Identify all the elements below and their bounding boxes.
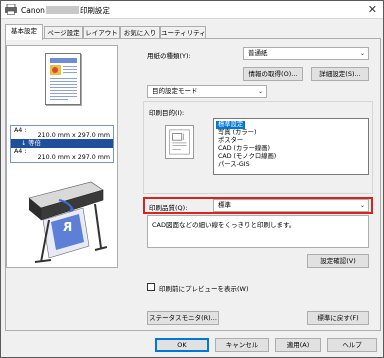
window-title: Canon 印刷設定 <box>21 5 110 16</box>
page-text-line <box>50 96 77 97</box>
media-details-button[interactable]: 詳細設定(S)... <box>311 67 369 81</box>
settings-preview: A4 : 210.0 mm x 297.0 mm ↓ 等倍 A4 : 210.0… <box>6 45 118 268</box>
tab-strip: 基本設定 ページ設定 レイアウト お気に入り ユーティリティ <box>5 24 381 40</box>
printed-sheet-letter: R <box>63 220 73 234</box>
arrow-down-icon: ↓ <box>21 140 27 147</box>
chevron-down-icon: ⌄ <box>359 50 365 57</box>
page-text-line <box>50 84 77 85</box>
title-prefix: Canon <box>21 6 45 15</box>
print-settings-window: Canon 印刷設定 ✕ 基本設定 ページ設定 レイアウト お気に入り ユーティリ… <box>0 0 384 358</box>
purpose-list[interactable]: 標準設定 写真 (カラー) ポスター CAD (カラー線画) CAD (モノクロ… <box>213 118 369 175</box>
page-preview <box>45 53 81 105</box>
status-monitor-button[interactable]: ステータスモニタ(R)... <box>147 311 219 325</box>
scale-bar: ↓ 等倍 <box>11 139 113 148</box>
page-text-line <box>50 93 77 94</box>
page-header-block <box>50 58 77 63</box>
output-size-value: 210.0 mm x 297.0 mm <box>37 154 110 161</box>
preview-before-print-checkbox[interactable] <box>147 283 155 291</box>
title-suffix: 印刷設定 <box>79 6 110 15</box>
input-size-label: A4 : <box>14 127 27 134</box>
media-type-value: 普通紙 <box>248 49 268 57</box>
purpose-option[interactable]: CAD (モノクロ線画) <box>216 153 278 161</box>
purpose-option[interactable]: 標準設定 <box>216 121 246 129</box>
reset-defaults-button[interactable]: 標準に戻す(F) <box>307 311 369 325</box>
cad-drawing-thumbnail <box>165 125 194 159</box>
print-quality-label: 印刷品質(Q): <box>149 204 188 212</box>
page-text-line <box>50 78 77 79</box>
purpose-option[interactable]: パース-GIS <box>216 161 252 169</box>
quality-description: CAD図面などの細い線をくっきりと印刷します。 <box>147 215 369 248</box>
tab-basic-settings[interactable]: 基本設定 <box>5 24 43 40</box>
media-type-select[interactable]: 普通紙 ⌄ <box>243 47 369 60</box>
chevron-down-icon: ⌄ <box>257 88 263 95</box>
title-bar: Canon 印刷設定 ✕ <box>1 1 383 19</box>
page-text-line <box>50 90 77 91</box>
input-size-value: 210.0 mm x 297.0 mm <box>37 132 110 139</box>
apply-button[interactable]: 適用(A) <box>275 338 321 352</box>
page-text-line <box>50 87 77 88</box>
chevron-down-icon: ⌄ <box>359 202 365 209</box>
page-text-line <box>63 69 77 70</box>
print-quality-value: 標準 <box>218 201 231 209</box>
purpose-label: 印刷目的(I): <box>149 109 185 117</box>
purpose-option[interactable]: 写真 (カラー) <box>216 129 258 137</box>
purpose-option[interactable]: CAD (カラー線画) <box>216 145 272 153</box>
ok-button[interactable]: OK <box>155 338 209 352</box>
help-button[interactable]: ヘルプ <box>327 338 377 352</box>
close-icon[interactable]: ✕ <box>368 3 377 16</box>
paper-size-info: A4 : 210.0 mm x 297.0 mm ↓ 等倍 A4 : 210.0… <box>10 125 114 163</box>
page-text-line <box>50 81 77 82</box>
mode-select[interactable]: 目的設定モード ⌄ <box>147 85 267 98</box>
scale-label: 等倍 <box>28 140 41 147</box>
get-info-button[interactable]: 情報の取得(O)... <box>243 67 303 81</box>
output-size-label: A4 : <box>14 148 27 155</box>
page-text-line <box>63 72 77 73</box>
print-quality-select[interactable]: 標準 ⌄ <box>213 199 369 212</box>
purpose-option[interactable]: ポスター <box>216 137 245 145</box>
page-text-line <box>63 66 77 67</box>
confirm-settings-button[interactable]: 設定確認(V) <box>307 254 369 268</box>
mode-value: 目的設定モード <box>152 87 198 95</box>
page-text-line <box>50 99 68 100</box>
preview-before-print-label: 印刷前にプレビューを表示(W) <box>159 285 249 293</box>
media-type-label: 用紙の種類(Y): <box>147 52 191 60</box>
redacted-printer-name <box>45 6 79 14</box>
cancel-button[interactable]: キャンセル <box>215 338 269 352</box>
printer-app-icon <box>5 4 17 15</box>
page-image-block <box>50 65 61 75</box>
